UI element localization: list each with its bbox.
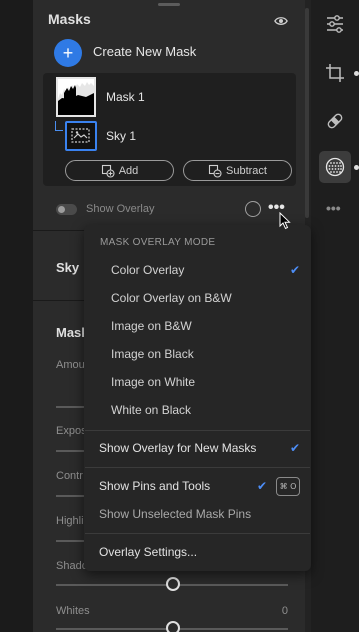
add-label: Add	[118, 164, 139, 177]
menu-divider	[85, 430, 310, 431]
left-panel-edge	[0, 0, 33, 632]
contrast-label: Contr	[56, 470, 83, 482]
amount-label: Amou	[56, 359, 85, 371]
create-new-mask-button[interactable]: +	[54, 39, 82, 67]
masking-icon[interactable]	[324, 156, 346, 178]
scrollbar-thumb[interactable]	[305, 8, 309, 218]
menu-item-image-on-black[interactable]: Image on Black	[111, 347, 194, 361]
menu-header: MASK OVERLAY MODE	[100, 237, 216, 248]
whites-value: 0	[281, 605, 288, 617]
sky-1-label[interactable]: Sky 1	[106, 129, 136, 143]
tool-strip	[311, 0, 359, 632]
mouse-cursor-icon	[279, 212, 291, 230]
menu-divider	[85, 467, 310, 468]
create-new-mask-label[interactable]: Create New Mask	[93, 44, 196, 59]
add-button[interactable]: Add	[65, 160, 174, 181]
sliders-icon[interactable]	[324, 13, 346, 35]
menu-item-color-overlay[interactable]: Color Overlay	[111, 263, 184, 277]
subtract-button[interactable]: Subtract	[183, 160, 292, 181]
menu-divider	[85, 533, 310, 534]
highlights-label: Highli	[56, 515, 84, 527]
subtract-mask-icon	[208, 164, 222, 178]
whites-slider-knob[interactable]	[166, 621, 180, 632]
checkmark-icon: ✔	[290, 263, 301, 277]
show-overlay-toggle[interactable]	[56, 204, 77, 215]
sky-section-title[interactable]: Sky	[56, 260, 79, 275]
show-overlay-label: Show Overlay	[86, 203, 155, 215]
healing-icon[interactable]	[324, 110, 346, 132]
more-tools-icon[interactable]: •••	[326, 200, 341, 216]
shadows-slider-knob[interactable]	[166, 577, 180, 591]
menu-item-image-on-white[interactable]: Image on White	[111, 375, 195, 389]
plus-icon: +	[62, 43, 74, 63]
tool-indicator-dot	[354, 165, 359, 170]
crop-icon[interactable]	[324, 62, 346, 84]
component-connector	[55, 121, 63, 131]
menu-item-show-pins-tools[interactable]: Show Pins and Tools	[99, 479, 210, 493]
masks-title: Masks	[48, 11, 91, 27]
menu-item-overlay-settings[interactable]: Overlay Settings...	[99, 545, 197, 559]
checkmark-icon: ✔	[290, 441, 301, 455]
mask-1-label[interactable]: Mask 1	[106, 90, 145, 104]
mask-1-thumbnail[interactable]	[56, 77, 96, 117]
menu-item-show-overlay-new-masks[interactable]: Show Overlay for New Masks	[99, 441, 256, 455]
subtract-label: Subtract	[226, 164, 267, 177]
exposure-label: Expos	[56, 425, 87, 437]
sky-select-icon	[71, 128, 90, 143]
sky-1-thumbnail[interactable]	[65, 121, 97, 151]
mask-thumbnail-image	[58, 79, 94, 115]
menu-item-show-unselected-pins[interactable]: Show Unselected Mask Pins	[99, 507, 251, 521]
tool-indicator-dot	[354, 71, 359, 76]
shortcut-badge: ⌘ O	[276, 477, 300, 496]
menu-item-white-on-black[interactable]: White on Black	[111, 403, 191, 417]
menu-item-image-on-bw[interactable]: Image on B&W	[111, 319, 192, 333]
menu-item-color-overlay-bw[interactable]: Color Overlay on B&W	[111, 291, 232, 305]
eye-icon[interactable]	[274, 14, 288, 28]
overlay-color-swatch[interactable]	[245, 201, 261, 217]
checkmark-icon: ✔	[257, 479, 268, 493]
panel-grab-handle[interactable]	[158, 3, 180, 6]
whites-label: Whites	[56, 605, 90, 617]
add-mask-icon	[101, 164, 115, 178]
